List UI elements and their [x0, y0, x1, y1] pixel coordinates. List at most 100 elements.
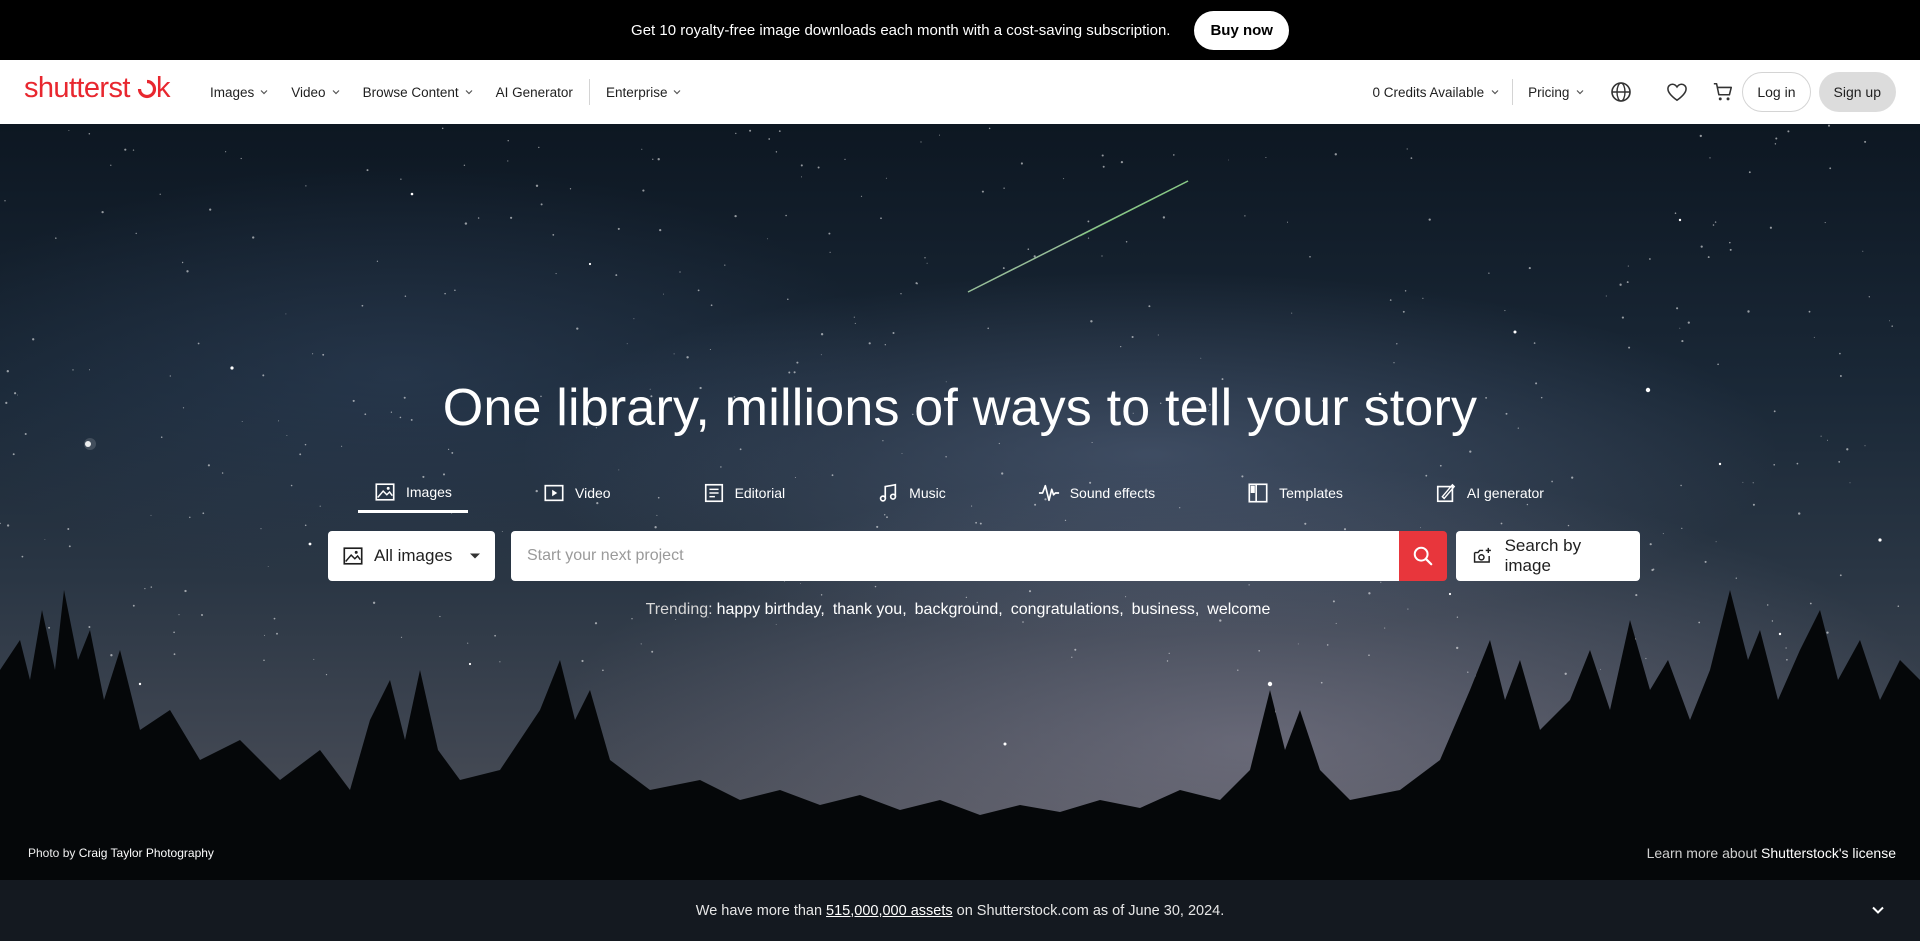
star	[1709, 157, 1711, 159]
star	[1891, 325, 1893, 327]
search-scope-label: All images	[374, 546, 453, 565]
search-input[interactable]	[511, 531, 1399, 581]
hero-section: One library, millions of ways to tell yo…	[0, 124, 1920, 880]
media-type-tabs: Images Video Editorial Music Sound effec…	[358, 473, 1560, 518]
chevron-down-icon	[674, 90, 681, 95]
star	[1769, 226, 1772, 229]
license-link[interactable]: Shutterstock's license	[1761, 845, 1896, 861]
star	[540, 203, 543, 206]
star	[1700, 245, 1703, 248]
star	[1862, 250, 1864, 252]
star	[1628, 346, 1631, 349]
star	[775, 151, 778, 153]
nav-ai-generator[interactable]: AI Generator	[496, 85, 573, 100]
star	[67, 528, 70, 530]
star	[451, 451, 454, 454]
star	[150, 514, 152, 516]
star	[400, 178, 402, 180]
tab-images[interactable]: Images	[358, 473, 468, 513]
star	[1125, 240, 1128, 243]
star	[55, 237, 57, 239]
star	[1717, 363, 1719, 366]
license-info: Learn more about Shutterstock's license	[1647, 845, 1896, 861]
star	[749, 129, 752, 132]
star	[552, 234, 555, 236]
star	[454, 289, 456, 291]
nav-images[interactable]: Images	[210, 85, 269, 100]
trending-link[interactable]: background,	[915, 601, 1003, 619]
license-prefix: Learn more about	[1646, 845, 1758, 861]
star	[1389, 299, 1392, 301]
trending-link[interactable]: business,	[1132, 601, 1200, 619]
star	[1063, 178, 1065, 180]
tab-editorial[interactable]: Editorial	[687, 473, 802, 513]
chevron-down-icon[interactable]	[1870, 902, 1886, 918]
promo-bar: Get 10 royalty-free image downloads each…	[0, 0, 1920, 60]
trending-link[interactable]: congratulations,	[1011, 601, 1124, 619]
star	[312, 353, 314, 355]
globe-icon[interactable]	[1609, 80, 1633, 104]
star	[6, 524, 10, 527]
star	[1567, 524, 1570, 527]
star	[975, 521, 977, 524]
star	[305, 185, 307, 187]
shutterstock-logo[interactable]: shutterstck shutterst k	[24, 72, 182, 111]
chevron-down-icon	[1576, 90, 1584, 95]
nav-browse-content[interactable]: Browse Content	[363, 85, 474, 100]
star	[225, 151, 227, 153]
search-scope-dropdown[interactable]: All images	[328, 531, 495, 581]
star	[101, 210, 104, 214]
heart-icon[interactable]	[1665, 80, 1689, 104]
star	[679, 271, 681, 273]
credits-dropdown[interactable]: 0 Credits Available	[1373, 79, 1514, 105]
tab-images-label: Images	[406, 483, 452, 500]
star	[1619, 283, 1622, 286]
signup-button[interactable]: Sign up	[1818, 72, 1896, 112]
nav-divider	[588, 79, 590, 105]
star	[88, 369, 91, 371]
star	[1829, 167, 1832, 170]
search-by-image-button[interactable]: Search by image	[1456, 531, 1640, 581]
tab-templates-label: Templates	[1279, 485, 1343, 501]
tab-templates[interactable]: Templates	[1231, 473, 1359, 513]
photo-credit-prefix: Photo	[28, 846, 60, 860]
star	[304, 524, 307, 527]
tab-ai-generator[interactable]: AI generator	[1419, 473, 1560, 513]
pricing-dropdown[interactable]: Pricing	[1528, 85, 1585, 100]
cart-icon[interactable]	[1711, 80, 1735, 104]
star	[920, 141, 922, 143]
star	[1715, 541, 1717, 543]
buy-now-button[interactable]: Buy now	[1194, 10, 1289, 50]
search-field	[511, 531, 1399, 581]
nav-enterprise[interactable]: Enterprise	[606, 85, 683, 100]
star	[464, 222, 468, 225]
trending-link[interactable]: thank you,	[833, 601, 907, 619]
star	[1864, 445, 1866, 447]
svg-text:k: k	[156, 73, 171, 103]
nav-video[interactable]: Video	[291, 85, 340, 100]
credits-label: 0 Credits Available	[1372, 84, 1485, 100]
photographer-link[interactable]: Craig Taylor Photography	[79, 846, 214, 860]
login-button[interactable]: Log in	[1742, 72, 1811, 112]
ai-generator-icon	[1436, 483, 1456, 503]
assets-link[interactable]: 515,000,000 assets	[826, 903, 953, 919]
search-button[interactable]	[1399, 531, 1447, 581]
promo-text: Get 10 royalty-free image downloads each…	[631, 21, 1171, 39]
music-icon	[879, 483, 897, 502]
trending-link[interactable]: welcome	[1207, 601, 1270, 619]
star	[404, 295, 407, 297]
tab-video[interactable]: Video	[527, 473, 627, 513]
trending-link[interactable]: happy birthday,	[717, 601, 825, 619]
star	[132, 149, 135, 151]
svg-text:shutterst: shutterst	[24, 73, 130, 103]
star	[618, 469, 620, 471]
tab-music[interactable]: Music	[861, 473, 962, 513]
star	[507, 140, 509, 142]
assets-banner: We have more than 515,000,000 assets on …	[0, 880, 1920, 941]
tab-sound-effects[interactable]: Sound effects	[1022, 473, 1171, 513]
star	[285, 313, 287, 315]
star	[1813, 336, 1815, 338]
star	[788, 371, 791, 374]
star	[290, 484, 293, 487]
star	[1200, 357, 1202, 359]
